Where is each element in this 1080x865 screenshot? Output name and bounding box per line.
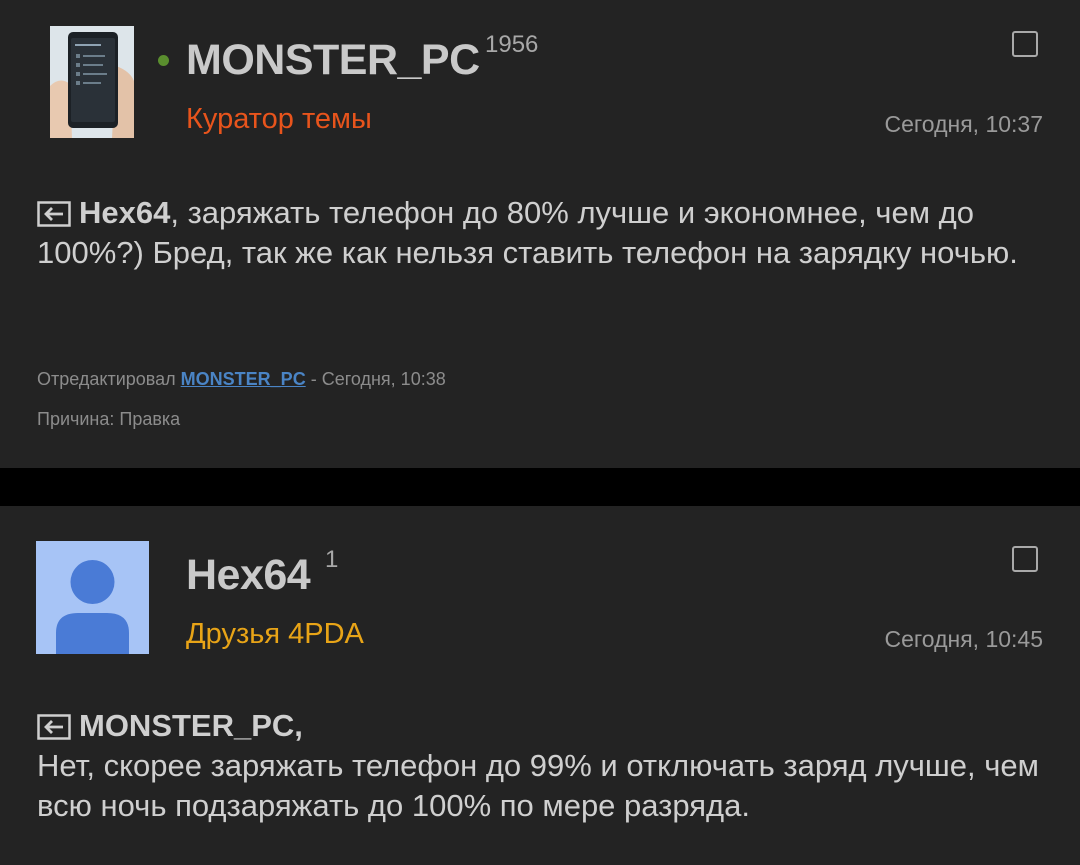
post-time: Сегодня, 10:45 — [884, 626, 1043, 652]
user-avatar[interactable] — [50, 26, 134, 138]
post-text: , заряжать телефон до 80% лучше и эконом… — [37, 195, 1018, 270]
quote-arrow-icon[interactable] — [37, 201, 71, 227]
forum-post: MONSTER_PC 1956 Куратор темы Сегодня, 10… — [0, 0, 1080, 468]
edit-info: Отредактировал MONSTER_PC - Сегодня, 10:… — [37, 369, 446, 390]
author-name[interactable]: Hex64 — [186, 551, 311, 600]
author-name[interactable]: MONSTER_PC — [186, 36, 480, 85]
forum-post: Hex64 1 Друзья 4PDA Сегодня, 10:45 MONST… — [0, 506, 1080, 865]
user-role: Куратор темы — [186, 103, 372, 135]
post-body: Hex64, заряжать телефон до 80% лучше и э… — [37, 193, 1047, 273]
edit-prefix: Отредактировал — [37, 369, 176, 389]
quoted-user-link[interactable]: Hex64 — [79, 195, 170, 230]
quote-arrow-icon[interactable] — [37, 714, 71, 740]
editor-link[interactable]: MONSTER_PC — [181, 369, 306, 389]
user-avatar[interactable] — [36, 541, 149, 654]
reputation-count[interactable]: 1956 — [485, 31, 538, 59]
edit-reason: Причина: Правка — [37, 409, 181, 429]
phone-photo-avatar — [50, 26, 134, 138]
select-post-checkbox[interactable] — [1012, 546, 1038, 572]
post-time: Сегодня, 10:37 — [884, 111, 1043, 137]
default-user-avatar-icon — [36, 541, 149, 654]
quoted-user-link[interactable]: MONSTER_PC, — [79, 708, 303, 743]
user-role: Друзья 4PDA — [186, 618, 364, 650]
post-body: MONSTER_PC, Нет, скорее заряжать телефон… — [37, 706, 1047, 826]
reputation-count[interactable]: 1 — [325, 546, 338, 574]
online-status-icon — [158, 55, 169, 66]
edit-time: - Сегодня, 10:38 — [310, 369, 446, 389]
select-post-checkbox[interactable] — [1012, 31, 1038, 57]
post-text: Нет, скорее заряжать телефон до 99% и от… — [37, 748, 1039, 823]
